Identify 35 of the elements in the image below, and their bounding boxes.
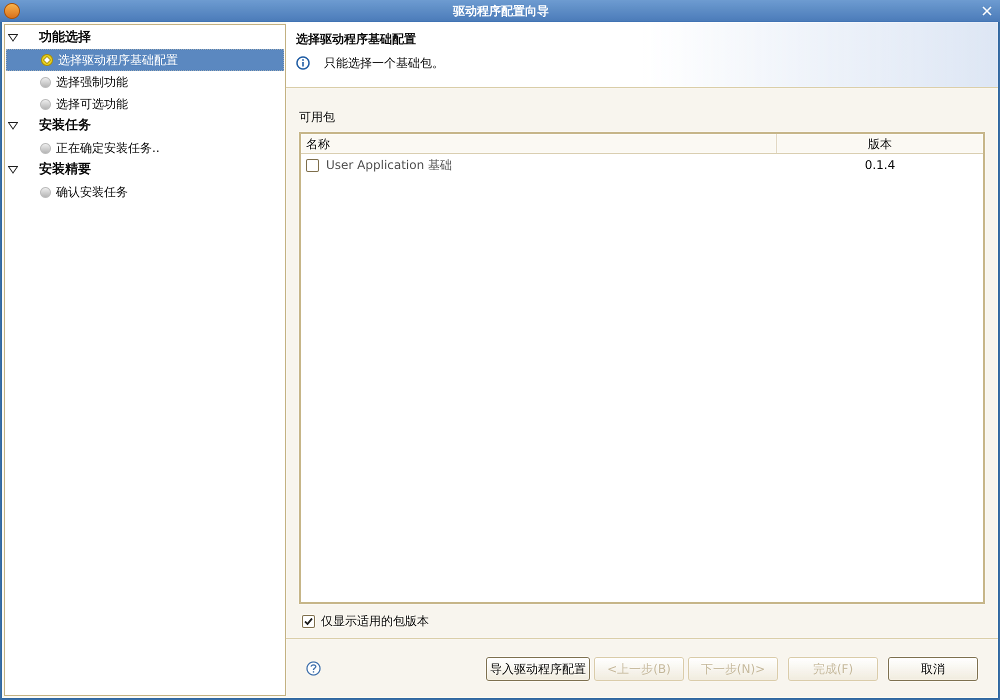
dialog-button[interactable]: 取消 — [888, 656, 978, 680]
tree-item[interactable]: 选择驱动程序基础配置 — [6, 49, 284, 71]
pending-step-icon — [40, 186, 51, 198]
page-title: 选择驱动程序基础配置 — [296, 31, 417, 48]
pending-step-icon — [40, 142, 51, 154]
tree-item[interactable]: 确认安装任务 — [6, 181, 284, 203]
package-row[interactable]: User Application 基础 0.1.4 — [301, 154, 983, 176]
tree-item[interactable]: 正在确定安装任务.. — [6, 137, 284, 159]
tree-item[interactable]: 选择可选功能 — [6, 93, 284, 115]
pending-step-icon — [40, 76, 51, 88]
tree-item[interactable]: 选择强制功能 — [6, 71, 284, 93]
checkmark-icon — [304, 616, 313, 626]
package-name: User Application 基础 — [326, 157, 454, 174]
help-icon[interactable] — [306, 661, 321, 676]
collapse-triangle-icon[interactable] — [8, 166, 18, 174]
app-icon — [4, 3, 20, 19]
window-title: 驱动程序配置向导 — [452, 3, 550, 20]
tree-group-label[interactable]: 安装任务 — [39, 116, 91, 136]
info-icon — [296, 56, 310, 70]
dialog-button[interactable]: 导入驱动程序配置 — [486, 656, 590, 680]
close-icon[interactable] — [982, 6, 992, 16]
current-step-icon — [41, 54, 53, 66]
tree-group-label[interactable]: 功能选择 — [39, 28, 91, 48]
column-header[interactable]: 版本 — [777, 134, 983, 153]
checkbox[interactable] — [306, 158, 319, 172]
collapse-triangle-icon[interactable] — [8, 34, 18, 42]
collapse-triangle-icon[interactable] — [8, 122, 18, 130]
checkbox[interactable] — [302, 614, 315, 628]
column-header[interactable]: 名称 — [301, 134, 777, 153]
checkbox-label[interactable]: 仅显示适用的包版本 — [321, 612, 429, 630]
package-version: 0.1.4 — [864, 157, 896, 174]
info-message: 只能选择一个基础包。 — [324, 55, 444, 72]
pending-step-icon — [40, 98, 51, 110]
section-label: 可用包 — [299, 109, 336, 126]
tree-group-label[interactable]: 安装精要 — [39, 160, 91, 180]
